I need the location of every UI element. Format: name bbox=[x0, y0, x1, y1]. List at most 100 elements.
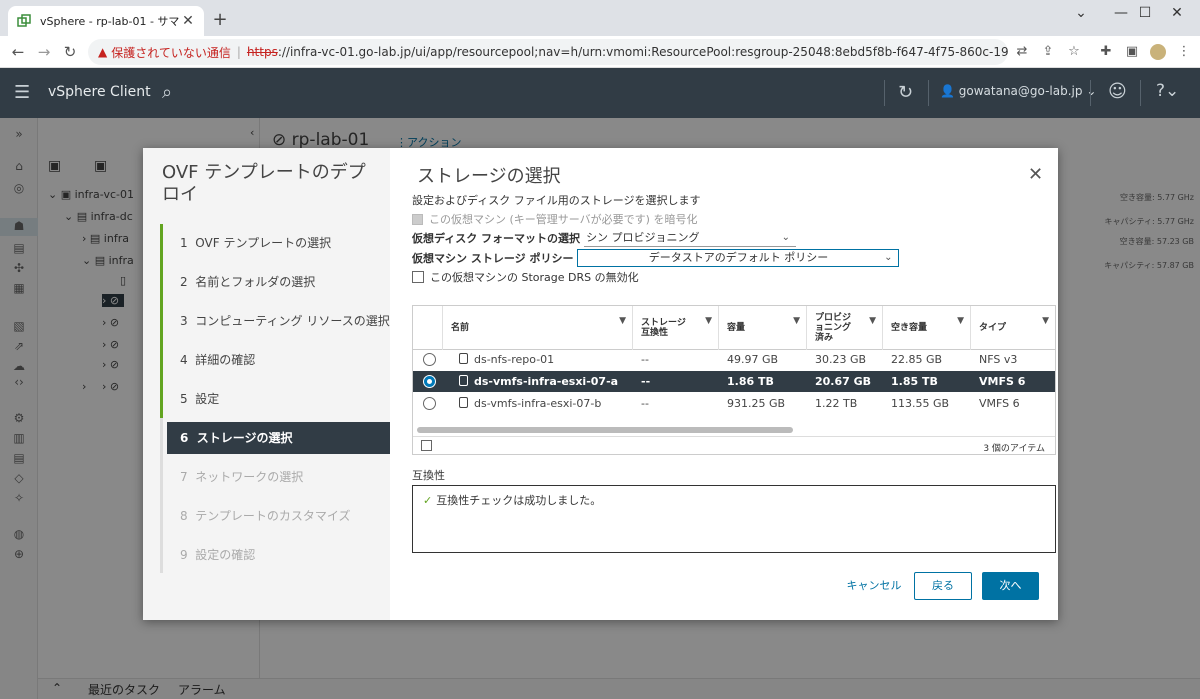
col-name[interactable]: 名前 ▼ bbox=[443, 306, 633, 350]
wizard-step-7: 7 ネットワークの選択 bbox=[167, 461, 390, 493]
step-number: 1 bbox=[180, 236, 188, 250]
dialog-close-icon[interactable]: ✕ bbox=[1028, 164, 1043, 185]
new-tab-button[interactable]: + bbox=[208, 8, 232, 32]
col-label-line: ョニング bbox=[815, 323, 852, 333]
cell-compat: -- bbox=[641, 397, 649, 410]
browser-tabstrip: vSphere - rp-lab-01 - サマリ ✕ + ⌄ — ☐ ✕ bbox=[0, 0, 1200, 36]
wizard-step-2[interactable]: 2 名前とフォルダの選択 bbox=[167, 266, 390, 298]
cell-type: VMFS 6 bbox=[979, 375, 1026, 388]
cell-name-text: ds-nfs-repo-01 bbox=[474, 353, 555, 366]
disk-format-select[interactable]: シン プロビジョニング ⌄ bbox=[584, 229, 797, 247]
storage-policy-select[interactable]: データストアのデフォルト ポリシー ⌄ bbox=[577, 249, 900, 267]
wizard-step-6[interactable]: 6 ストレージの選択 bbox=[167, 422, 390, 454]
help-icon[interactable]: ?⌄ bbox=[1156, 81, 1179, 101]
cancel-button[interactable]: キャンセル bbox=[842, 572, 906, 600]
refresh-icon[interactable]: ↻ bbox=[898, 82, 913, 103]
cell-free: 22.85 GB bbox=[891, 353, 943, 366]
cell-provisioned: 20.67 GB bbox=[815, 375, 872, 388]
tab-title: vSphere - rp-lab-01 - サマリ bbox=[40, 15, 180, 28]
datastore-grid: 名前 ▼ ストレージ 互換性 ▼ 容量 ▼ プロビジ ョニング 済み ▼ 空き容量 ▼ タイプ ▼… bbox=[412, 305, 1056, 455]
compatibility-box: ✓ 互換性チェックは成功しました。 bbox=[412, 485, 1056, 553]
step-label: テンプレートのカスタマイズ bbox=[195, 509, 351, 523]
header-divider bbox=[1090, 80, 1091, 106]
url-separator: | bbox=[236, 45, 241, 59]
pane-title: ストレージの選択 bbox=[417, 166, 561, 187]
col-provisioned[interactable]: プロビジ ョニング 済み ▼ bbox=[807, 306, 883, 350]
cell-type: VMFS 6 bbox=[979, 397, 1020, 410]
step-label: コンピューティング リソースの選択 bbox=[195, 314, 390, 328]
profile-avatar[interactable] bbox=[1150, 44, 1166, 60]
share-icon[interactable]: ⇪ bbox=[1040, 44, 1056, 60]
col-capacity[interactable]: 容量 ▼ bbox=[719, 306, 807, 350]
feedback-smile-icon[interactable]: ☺ bbox=[1108, 81, 1127, 102]
vsphere-favicon-icon bbox=[16, 13, 32, 29]
translate-icon[interactable]: ⇄ bbox=[1014, 44, 1030, 60]
back-button[interactable]: 戻る bbox=[914, 572, 972, 600]
storage-pane: ストレージの選択 ✕ 設定およびディスク ファイル用のストレージを選択します こ… bbox=[390, 148, 1058, 620]
window-close-button[interactable]: ✕ bbox=[1154, 0, 1200, 28]
bookmark-star-icon[interactable]: ☆ bbox=[1066, 44, 1082, 60]
warning-icon: ▲ bbox=[98, 45, 108, 59]
datastore-icon bbox=[459, 375, 468, 386]
table-row[interactable]: ds-vmfs-infra-esxi-07-a -- 1.86 TB 20.67… bbox=[413, 371, 1055, 392]
user-icon: 👤 bbox=[940, 84, 959, 98]
wizard-step-5[interactable]: 5 設定 bbox=[167, 383, 390, 415]
side-panel-icon[interactable]: ▣ bbox=[1124, 44, 1140, 60]
row-radio[interactable] bbox=[423, 375, 436, 388]
filter-icon[interactable]: ▼ bbox=[705, 316, 712, 326]
row-radio[interactable] bbox=[423, 353, 436, 366]
reload-icon[interactable]: ↻ bbox=[60, 42, 80, 62]
tab-close-icon[interactable]: ✕ bbox=[180, 13, 196, 29]
hamburger-menu-icon[interactable]: ☰ bbox=[14, 82, 34, 103]
wizard-step-8: 8 テンプレートのカスタマイズ bbox=[167, 500, 390, 532]
compatibility-message: 互換性チェックは成功しました。 bbox=[436, 494, 602, 507]
encrypt-vm-label: この仮想マシン (キー管理サーバが必要です) を暗号化 bbox=[429, 213, 698, 226]
chevron-down-icon: ⌄ bbox=[781, 232, 791, 243]
encrypt-vm-checkbox-row: この仮想マシン (キー管理サーバが必要です) を暗号化 bbox=[412, 211, 697, 227]
browser-tab[interactable]: vSphere - rp-lab-01 - サマリ ✕ bbox=[8, 6, 204, 36]
grid-header-select bbox=[413, 306, 443, 350]
storage-policy-value: データストアのデフォルト ポリシー bbox=[648, 251, 829, 264]
browser-menu-icon[interactable]: ⋮ bbox=[1176, 44, 1192, 60]
next-button[interactable]: 次へ bbox=[982, 572, 1039, 600]
cell-provisioned: 1.22 TB bbox=[815, 397, 858, 410]
cell-name: ds-nfs-repo-01 bbox=[451, 349, 554, 370]
brand-title: vSphere Client bbox=[48, 84, 151, 100]
step-number: 5 bbox=[180, 392, 188, 406]
wizard-step-1[interactable]: 1 OVF テンプレートの選択 bbox=[167, 227, 390, 259]
back-arrow-icon[interactable]: ← bbox=[8, 42, 28, 62]
filter-icon[interactable]: ▼ bbox=[957, 316, 964, 326]
cell-capacity: 49.97 GB bbox=[727, 353, 779, 366]
row-radio[interactable] bbox=[423, 397, 436, 410]
step-label: 名前とフォルダの選択 bbox=[195, 275, 316, 289]
column-toggle-icon[interactable] bbox=[421, 440, 432, 451]
col-free[interactable]: 空き容量 ▼ bbox=[883, 306, 971, 350]
col-compat[interactable]: ストレージ 互換性 ▼ bbox=[633, 306, 719, 350]
filter-icon[interactable]: ▼ bbox=[869, 316, 876, 326]
wizard-step-3[interactable]: 3 コンピューティング リソースの選択 bbox=[167, 305, 390, 337]
col-label-line: ストレージ bbox=[641, 318, 686, 328]
url-scheme: https bbox=[246, 45, 278, 59]
user-menu[interactable]: 👤 gowatana@go-lab.jp ⌄ bbox=[940, 84, 1096, 98]
step-number: 6 bbox=[180, 431, 189, 445]
step-number: 3 bbox=[180, 314, 188, 328]
col-type[interactable]: タイプ ▼ bbox=[971, 306, 1055, 350]
horizontal-scrollbar[interactable] bbox=[417, 427, 793, 433]
wizard-step-4[interactable]: 4 詳細の確認 bbox=[167, 344, 390, 376]
cell-free: 113.55 GB bbox=[891, 397, 950, 410]
step-number: 2 bbox=[180, 275, 188, 289]
filter-icon[interactable]: ▼ bbox=[793, 316, 800, 326]
disable-sdrs-checkbox[interactable] bbox=[412, 271, 424, 283]
table-row[interactable]: ds-nfs-repo-01 -- 49.97 GB 30.23 GB 22.8… bbox=[413, 349, 1055, 370]
cell-compat: -- bbox=[641, 353, 649, 366]
filter-icon[interactable]: ▼ bbox=[619, 316, 626, 326]
forward-arrow-icon[interactable]: → bbox=[34, 42, 54, 62]
search-icon[interactable]: ⌕ bbox=[162, 82, 172, 103]
disable-sdrs-row: この仮想マシンの Storage DRS の無効化 bbox=[412, 269, 639, 285]
filter-icon[interactable]: ▼ bbox=[1042, 316, 1049, 326]
extensions-icon[interactable]: ✚ bbox=[1098, 44, 1114, 60]
url-bar[interactable]: ▲ 保護されていない通信 | https ://infra-vc-01.go-l… bbox=[88, 39, 1008, 65]
cell-type: NFS v3 bbox=[979, 353, 1018, 366]
table-row[interactable]: ds-vmfs-infra-esxi-07-b -- 931.25 GB 1.2… bbox=[413, 393, 1055, 414]
grid-footer: 3 個のアイテム bbox=[413, 436, 1055, 455]
